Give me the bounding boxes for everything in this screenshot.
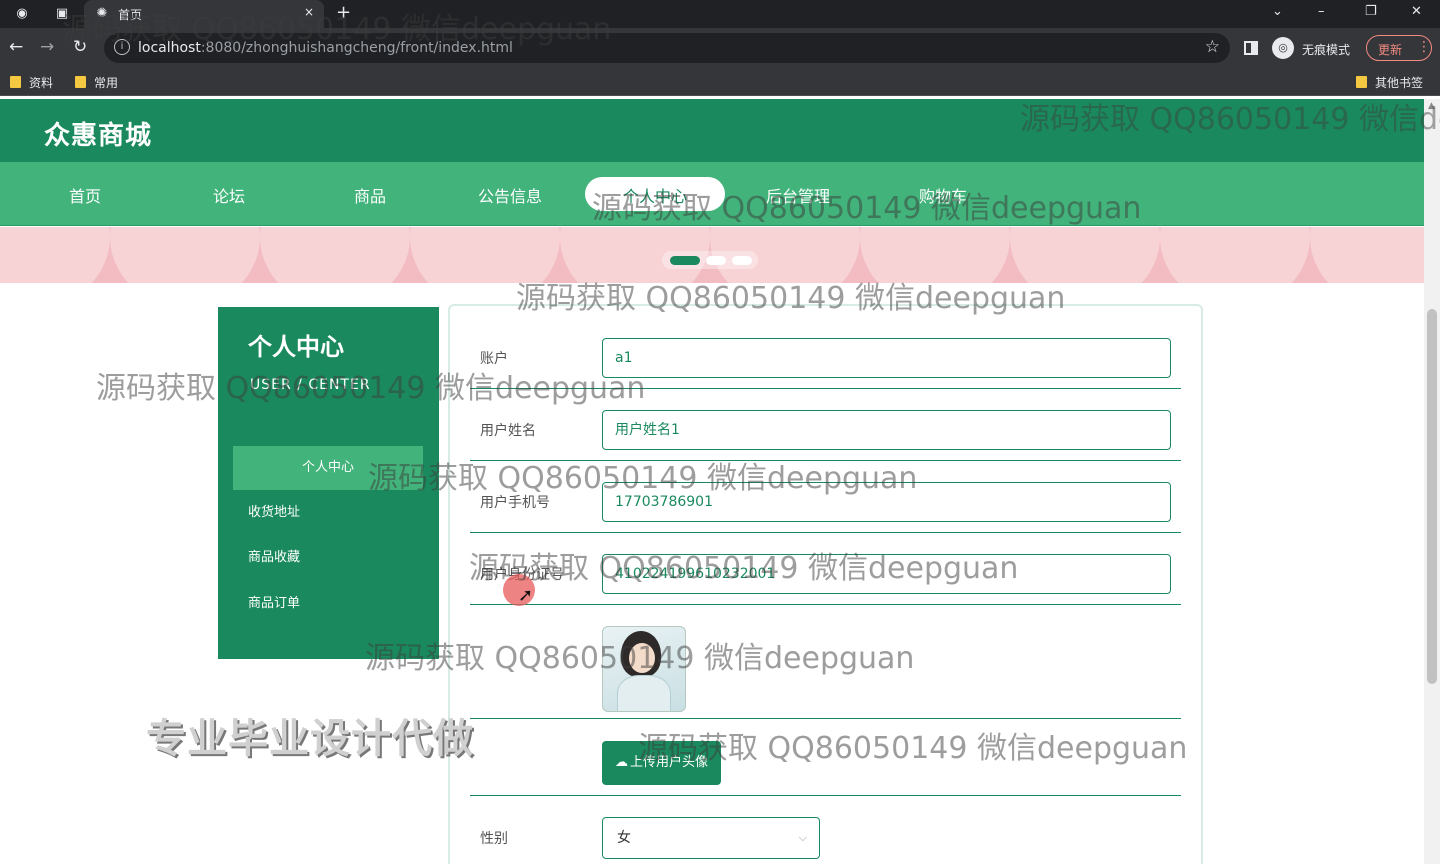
nav-admin[interactable]: 后台管理: [766, 183, 830, 207]
browser-toolbar: ← → ↻ i localhost:8080/zhonghuishangchen…: [0, 28, 1440, 68]
banner-carousel: [0, 227, 1424, 283]
nav-cart[interactable]: 购物车: [919, 183, 967, 207]
name-input[interactable]: 用户姓名1: [602, 410, 1171, 450]
carousel-dot-1[interactable]: [670, 256, 700, 265]
user-avatar[interactable]: [602, 626, 686, 712]
bookmark-folder-ziliao[interactable]: 资料: [10, 74, 53, 91]
avatar-face: [629, 643, 655, 673]
address-bar[interactable]: i localhost:8080/zhonghuishangcheng/fron…: [104, 33, 1230, 63]
url-text[interactable]: localhost:8080/zhonghuishangcheng/front/…: [138, 40, 513, 56]
update-button[interactable]: 更新 ⋮: [1366, 35, 1432, 61]
upload-avatar-button[interactable]: ☁ 上传用户头像: [602, 741, 721, 785]
tab-title: 首页: [118, 8, 143, 22]
url-host: localhost: [138, 40, 201, 56]
bookmark-folder-changyong[interactable]: 常用: [75, 74, 118, 91]
bookmark-star-icon[interactable]: ☆: [1205, 37, 1220, 57]
name-label: 用户姓名: [480, 423, 536, 439]
banner-petal: [1310, 227, 1424, 283]
sidebar-item-address[interactable]: 收货地址: [233, 491, 423, 535]
site-header: 众惠商城: [0, 99, 1424, 162]
incognito-label: 无痕模式: [1302, 43, 1351, 57]
scroll-up-icon[interactable]: ▲: [1428, 101, 1435, 111]
folder-icon: [75, 76, 86, 88]
banner-petal: [410, 227, 560, 283]
side-panel-icon[interactable]: [1244, 41, 1258, 55]
banner-petal: [0, 227, 110, 283]
banner-petal: [1160, 227, 1310, 283]
scroll-thumb[interactable]: [1427, 309, 1437, 684]
browser-tab-strip: ◉ ▣ ✺ 首页 × + ⌄ – ❐ ✕: [0, 0, 1440, 28]
bookmark-label: 常用: [94, 76, 119, 90]
more-menu-icon[interactable]: ⋮: [1417, 39, 1431, 55]
sidebar-item-favorites[interactable]: 商品收藏: [233, 536, 423, 580]
sidebar-item-user-center[interactable]: 个人中心: [233, 446, 423, 490]
restore-button[interactable]: ❐: [1365, 4, 1377, 19]
account-input[interactable]: a1: [602, 338, 1171, 378]
form-row-upload: ☁ 上传用户头像: [470, 725, 1181, 796]
folder-icon: [10, 76, 21, 88]
site-logo[interactable]: 众惠商城: [44, 115, 152, 152]
banner-petal: [260, 227, 410, 283]
gender-select[interactable]: 女 ⌵: [602, 817, 820, 859]
tab-favicon-icon: ✺: [96, 6, 108, 21]
nav-user-center-label: 个人中心: [623, 187, 688, 206]
banner-petal: [1010, 227, 1160, 283]
gender-label: 性别: [480, 831, 508, 847]
carousel-dot-3[interactable]: [732, 256, 752, 265]
form-row-phone: 用户手机号 17703786901: [470, 474, 1181, 533]
avatar-body: [617, 675, 671, 711]
bookmarks-bar: 资料 常用 其他书签: [0, 68, 1440, 96]
sidebar-item-orders[interactable]: 商品订单: [233, 582, 423, 626]
site-info-icon[interactable]: i: [114, 39, 130, 55]
nav-user-center[interactable]: 个人中心: [585, 177, 725, 211]
cloud-upload-icon: ☁: [614, 755, 628, 770]
phone-input[interactable]: 17703786901: [602, 482, 1171, 522]
new-tab-button[interactable]: +: [336, 2, 351, 23]
bookmark-label: 资料: [29, 76, 54, 90]
tab-close-icon[interactable]: ×: [304, 5, 314, 19]
other-bookmarks[interactable]: 其他书签: [1356, 74, 1423, 91]
banner-petal: [860, 227, 1010, 283]
phone-label: 用户手机号: [480, 495, 550, 511]
close-window-button[interactable]: ✕: [1411, 4, 1422, 19]
bookmark-label: 其他书签: [1375, 76, 1424, 90]
gender-value: 女: [617, 830, 631, 846]
url-path: :8080/zhonghuishangcheng/front/index.htm…: [200, 40, 513, 56]
carousel-dot-2[interactable]: [706, 256, 726, 265]
minimize-button[interactable]: –: [1318, 4, 1325, 19]
user-center-sidebar: 个人中心 USER / CENTER 个人中心 收货地址 商品收藏 商品订单: [218, 307, 439, 659]
form-row-idcard: 用户身份证号 410224199610232001: [470, 546, 1181, 605]
page-scrollbar[interactable]: ▲: [1424, 99, 1440, 864]
form-row-avatar: [470, 606, 1181, 719]
nav-announcements[interactable]: 公告信息: [478, 183, 542, 207]
reload-button[interactable]: ↻: [73, 37, 87, 57]
form-row-account: 账户 a1: [470, 330, 1181, 389]
nav-products[interactable]: 商品: [354, 183, 386, 207]
chevron-down-icon: ⌵: [798, 831, 807, 844]
back-button[interactable]: ←: [9, 37, 23, 57]
browser-menu-icon[interactable]: ◉: [14, 6, 30, 22]
sidebar-title: 个人中心: [248, 333, 344, 361]
browser-tab[interactable]: ✺ 首页 ×: [84, 0, 324, 28]
nav-forum[interactable]: 论坛: [213, 183, 245, 207]
tab-list-icon[interactable]: ⌄: [1272, 4, 1283, 19]
tab-search-icon[interactable]: ▣: [54, 6, 70, 22]
promo-overlay-text: 专业毕业设计代做: [146, 716, 474, 762]
sidebar-subtitle: USER / CENTER: [250, 377, 371, 393]
banner-petal: [110, 227, 260, 283]
idcard-input[interactable]: 410224199610232001: [602, 554, 1171, 594]
incognito-icon[interactable]: ◎: [1272, 37, 1294, 59]
mouse-pointer-icon: ➚: [518, 585, 534, 606]
upload-label: 上传用户头像: [629, 755, 708, 770]
forward-button[interactable]: →: [40, 37, 54, 57]
folder-icon: [1356, 76, 1367, 88]
account-label: 账户: [480, 351, 508, 367]
carousel-indicators: [662, 251, 758, 269]
update-label: 更新: [1378, 43, 1403, 57]
form-row-gender: 性别 女 ⌵: [470, 806, 1181, 864]
nav-home[interactable]: 首页: [69, 183, 101, 207]
form-row-name: 用户姓名 用户姓名1: [470, 402, 1181, 461]
